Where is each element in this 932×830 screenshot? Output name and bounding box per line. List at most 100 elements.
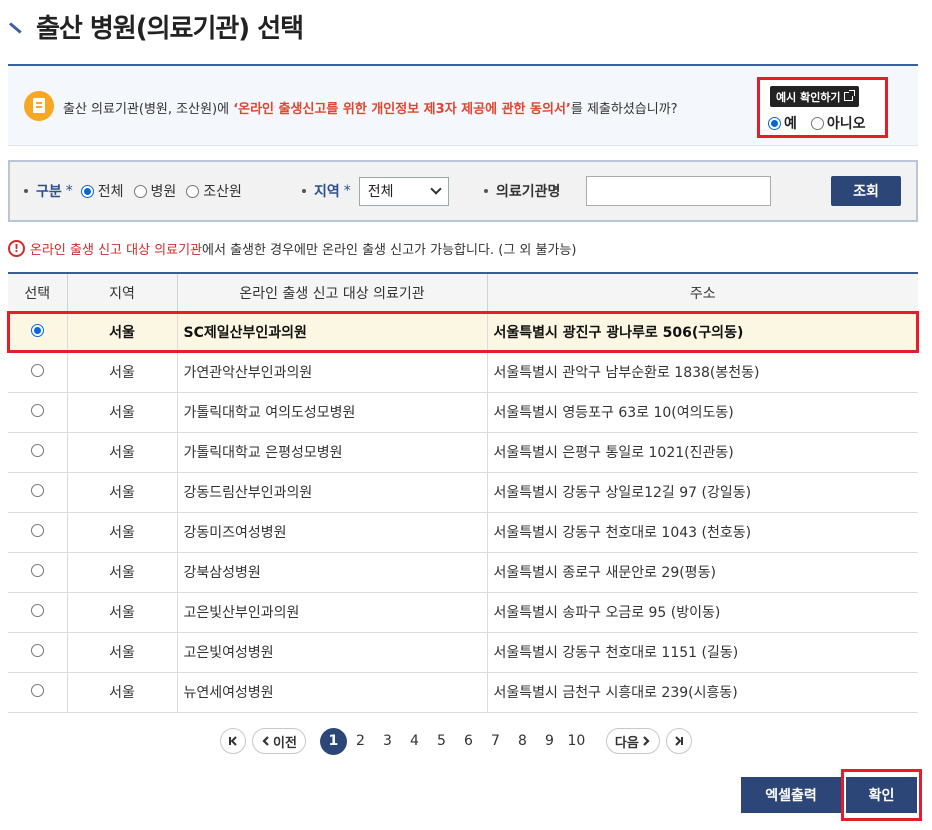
row-select-radio[interactable] (30, 523, 44, 537)
consent-question-suffix: 를 제출하셨습니까? (570, 102, 678, 117)
table-header-row: 선택 지역 온라인 출생 신고 대상 의료기관 주소 (8, 273, 918, 313)
page-number[interactable]: 2 (347, 733, 374, 749)
example-view-button[interactable]: 예시 확인하기 (770, 86, 859, 107)
row-institution-name: 뉴연세여성병원 (176, 672, 487, 713)
warning-icon: ! (8, 240, 25, 257)
category-option-all[interactable]: 전체 (80, 181, 124, 201)
page-title: 출산 병원(의료기관) 선택 (36, 13, 304, 44)
institution-name-label: 의료기관명 (496, 184, 561, 200)
prev-page-button[interactable]: 이전 (252, 728, 306, 754)
row-address: 서울특별시 강동구 천호대로 1151 (길동) (486, 632, 918, 673)
column-header-address: 주소 (486, 273, 918, 313)
page-header: 출산 병원(의료기관) 선택 (8, 6, 304, 46)
category-all-radio[interactable] (80, 184, 94, 198)
table-row[interactable]: 서울 가톨릭대학교 여의도성모병원 서울특별시 영등포구 63로 10(여의도동) (8, 392, 918, 433)
row-select-cell (8, 432, 67, 473)
category-label: 구분 (36, 184, 62, 200)
table-row[interactable]: 서울 강북삼성병원 서울특별시 종로구 새문안로 29(평동) (8, 552, 918, 593)
row-region: 서울 (66, 512, 177, 553)
last-page-button[interactable] (665, 728, 692, 754)
category-option-hospital[interactable]: 병원 (133, 181, 176, 201)
search-filter: 구분 * 전체 병원 조산원 지역 * 전체 의료기관명 조회 (8, 160, 918, 222)
title-marker-icon (8, 14, 30, 38)
table-row[interactable]: 서울 가톨릭대학교 은평성모병원 서울특별시 은평구 통일로 1021(진관동) (8, 432, 918, 473)
row-select-radio[interactable] (30, 603, 44, 617)
row-select-radio[interactable] (30, 403, 44, 417)
row-select-radio[interactable] (30, 323, 44, 337)
page-number[interactable]: 8 (509, 733, 536, 749)
page-number[interactable]: 10 (563, 733, 590, 749)
first-page-icon (229, 736, 237, 746)
consent-question-prefix: 출산 의료기관(병원, 조산원)에 (63, 102, 234, 117)
row-address: 서울특별시 관악구 남부순환로 1838(봉천동) (486, 352, 918, 393)
row-institution-name: 가톨릭대학교 은평성모병원 (176, 432, 487, 473)
consent-no-radio[interactable] (810, 116, 824, 130)
consent-yes-option[interactable]: 예 (768, 113, 797, 133)
consent-yes-radio[interactable] (768, 116, 781, 130)
row-region: 서울 (66, 432, 177, 473)
consent-yes-label: 예 (784, 116, 797, 132)
consent-question: 출산 의료기관(병원, 조산원)에 ‘온라인 출생신고를 위한 개인정보 제3자… (63, 98, 678, 117)
first-page-button[interactable] (220, 728, 246, 754)
row-select-radio[interactable] (30, 363, 44, 377)
page-number[interactable]: 6 (455, 733, 482, 749)
row-address: 서울특별시 금천구 시흥대로 239(시흥동) (486, 672, 918, 713)
pagination: 이전 1 2 3 4 5 6 7 8 9 10 다음 (220, 727, 692, 755)
row-select-radio[interactable] (30, 643, 44, 657)
row-address: 서울특별시 송파구 오금로 95 (방이동) (486, 592, 918, 633)
row-select-cell (8, 592, 67, 633)
warning-text: 에서 출생한 경우에만 온라인 출생 신고가 가능합니다. (그 외 불가능) (202, 243, 577, 258)
example-view-label: 예시 확인하기 (776, 90, 841, 104)
row-institution-name: 강북삼성병원 (176, 552, 487, 593)
row-address: 서울특별시 강동구 상일로12길 97 (강일동) (486, 472, 918, 513)
category-midwife-label: 조산원 (203, 184, 242, 200)
confirm-button[interactable]: 확인 (846, 777, 917, 813)
row-region: 서울 (66, 672, 177, 713)
bullet-icon (302, 189, 306, 193)
row-select-cell (8, 512, 67, 553)
chevron-left-icon (262, 736, 269, 746)
row-select-cell (8, 472, 67, 513)
institution-name-input[interactable] (586, 176, 772, 206)
category-hospital-radio[interactable] (133, 184, 147, 198)
row-select-cell (8, 312, 67, 353)
row-region: 서울 (66, 632, 177, 673)
current-page[interactable]: 1 (319, 727, 347, 755)
table-row[interactable]: 서울 뉴연세여성병원 서울특별시 금천구 시흥대로 239(시흥동) (8, 672, 918, 713)
row-select-radio[interactable] (30, 683, 44, 697)
category-filter: 구분 * 전체 병원 조산원 (24, 162, 252, 220)
page-number[interactable]: 3 (374, 733, 401, 749)
region-select[interactable]: 전체 (358, 176, 449, 206)
table-row[interactable]: 서울 강동미즈여성병원 서울특별시 강동구 천호대로 1043 (천호동) (8, 512, 918, 553)
bullet-icon (24, 189, 28, 193)
row-select-radio[interactable] (30, 443, 44, 457)
region-select-value: 전체 (367, 184, 394, 200)
table-row[interactable]: 서울 강동드림산부인과의원 서울특별시 강동구 상일로12길 97 (강일동) (8, 472, 918, 513)
row-select-radio[interactable] (30, 483, 44, 497)
table-row[interactable]: 서울 고은빛산부인과의원 서울특별시 송파구 오금로 95 (방이동) (8, 592, 918, 633)
table-row[interactable]: 서울 가연관악산부인과의원 서울특별시 관악구 남부순환로 1838(봉천동) (8, 352, 918, 393)
consent-no-option[interactable]: 아니오 (810, 113, 866, 133)
category-midwife-radio[interactable] (186, 184, 200, 198)
row-select-radio[interactable] (30, 563, 44, 577)
category-option-midwife[interactable]: 조산원 (186, 181, 242, 201)
next-page-button[interactable]: 다음 (605, 728, 660, 754)
table-row[interactable]: 서울 SC제일산부인과의원 서울특별시 광진구 광나루로 506(구의동) (7, 311, 919, 353)
prev-page-label: 이전 (273, 735, 297, 751)
page-number[interactable]: 5 (428, 733, 455, 749)
document-icon (24, 91, 54, 121)
excel-export-button[interactable]: 엑셀출력 (741, 777, 841, 813)
consent-no-label: 아니오 (826, 116, 866, 132)
page-number[interactable]: 9 (536, 733, 563, 749)
row-select-cell (8, 552, 67, 593)
column-header-select: 선택 (8, 273, 67, 313)
region-filter: 지역 * 전체 (302, 162, 449, 220)
consent-radio-group: 예 아니오 (768, 113, 866, 133)
page-number[interactable]: 7 (482, 733, 509, 749)
page-number[interactable]: 4 (401, 733, 428, 749)
consent-answer-box: 예시 확인하기 예 아니오 (757, 77, 888, 138)
external-link-icon (843, 90, 855, 101)
table-row[interactable]: 서울 고은빛여성병원 서울특별시 강동구 천호대로 1151 (길동) (8, 632, 918, 673)
row-select-cell (8, 352, 67, 393)
search-button[interactable]: 조회 (831, 176, 901, 206)
